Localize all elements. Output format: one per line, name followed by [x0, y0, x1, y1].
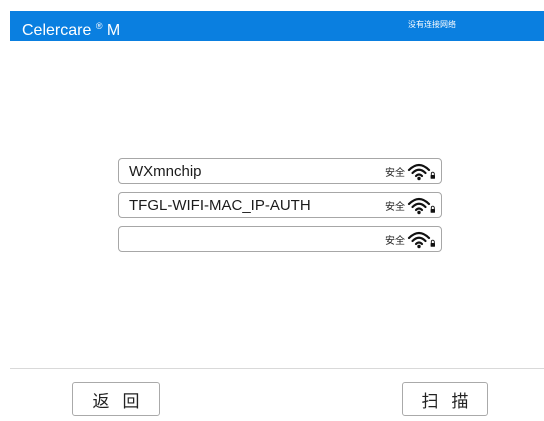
back-button-label: 返回 [92, 391, 153, 411]
footer-divider [10, 368, 544, 369]
wifi-ssid: WXmnchip [129, 163, 202, 180]
wifi-security-label: 安全 [385, 202, 405, 213]
wifi-security-label: 安全 [385, 168, 405, 179]
title-bar: Celercare ® M 没有连接网络 [10, 11, 544, 41]
app-title: Celercare ® M [22, 16, 120, 41]
wifi-locked-icon [407, 197, 435, 215]
registered-mark: ® [95, 21, 103, 31]
wifi-ssid: TFGL-WIFI-MAC_IP-AUTH [129, 197, 311, 214]
wifi-security-label: 安全 [385, 236, 405, 247]
wifi-locked-icon [407, 163, 435, 181]
app-window: Celercare ® M 没有连接网络 WXmnchip 安全 TFGL-WI… [10, 11, 544, 421]
scan-button-label: 扫描 [421, 391, 482, 411]
back-button[interactable]: 返回 [72, 382, 160, 416]
wifi-locked-icon [407, 231, 435, 249]
network-status: 没有连接网络 [408, 20, 456, 29]
wifi-item[interactable]: WXmnchip 安全 [118, 158, 442, 184]
wifi-item[interactable]: 安全 [118, 226, 442, 252]
wifi-item[interactable]: TFGL-WIFI-MAC_IP-AUTH 安全 [118, 192, 442, 218]
app-model: M [106, 22, 121, 39]
app-name: Celercare [22, 22, 92, 39]
scan-button[interactable]: 扫描 [402, 382, 488, 416]
